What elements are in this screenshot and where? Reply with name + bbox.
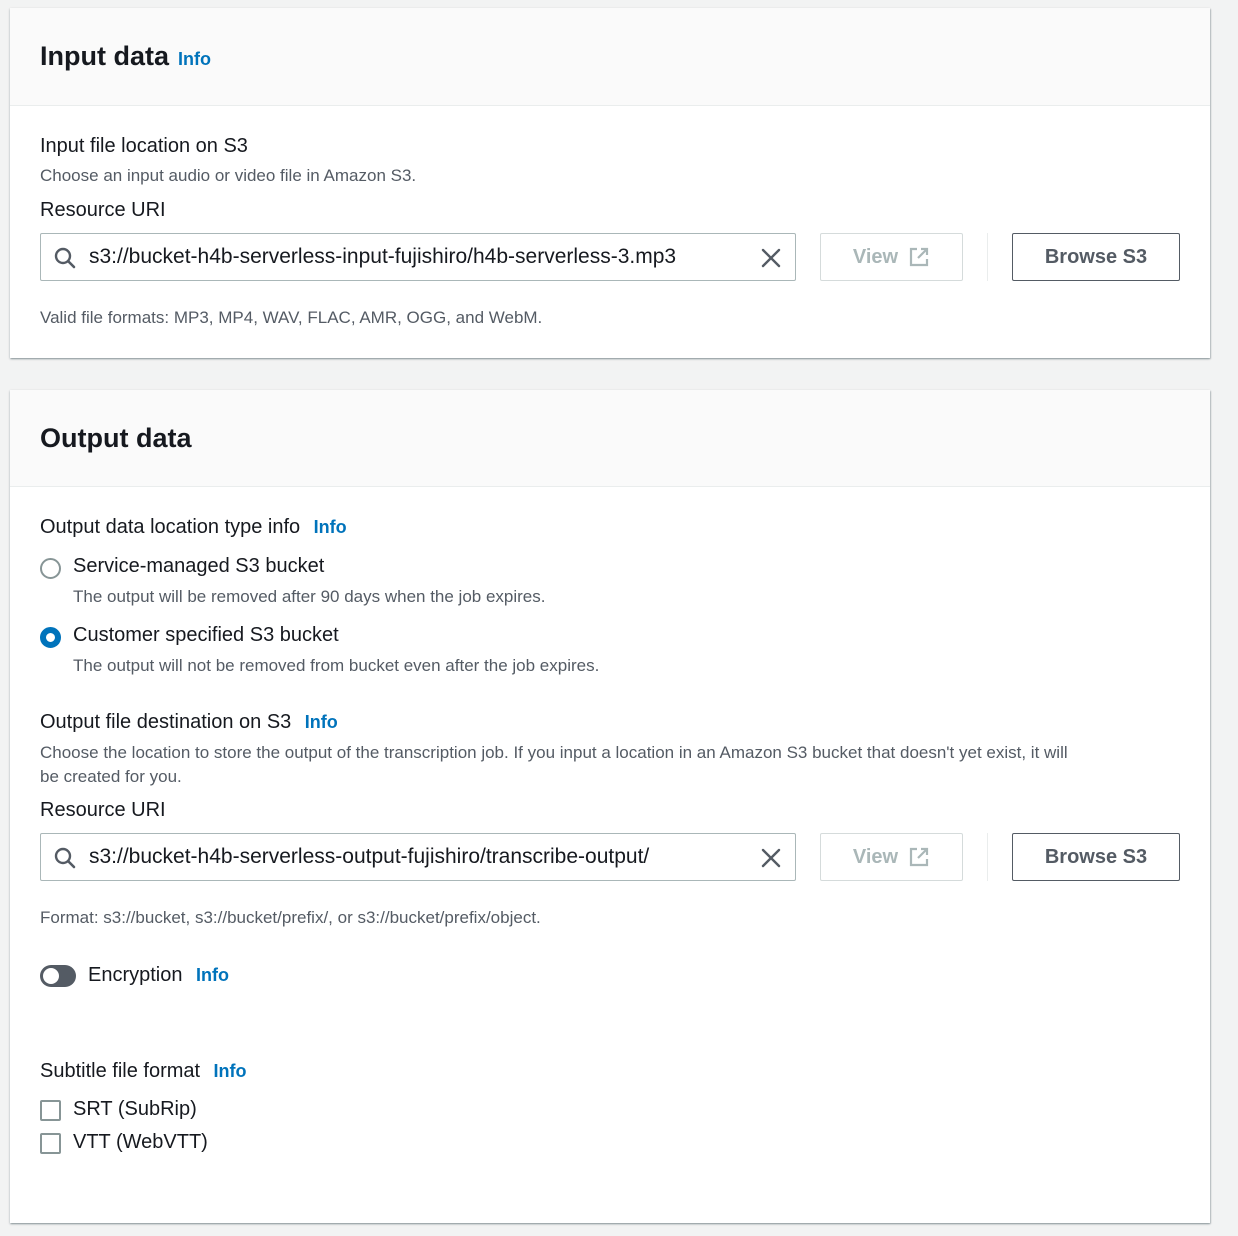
encryption-label: Encryption — [88, 964, 183, 986]
input-resource-uri-field[interactable]: s3://bucket-h4b-serverless-input-fujishi… — [40, 233, 796, 281]
location-type-field-label: Output data location type info Info — [40, 516, 347, 539]
encryption-field-label: Encryption Info — [88, 964, 229, 987]
output-resource-uri-field[interactable]: s3://bucket-h4b-serverless-output-fujish… — [40, 833, 796, 881]
vtt-label[interactable]: VTT (WebVTT) — [73, 1131, 208, 1154]
button-divider — [987, 233, 988, 281]
srt-label[interactable]: SRT (SubRip) — [73, 1098, 197, 1121]
location-type-info-link[interactable]: Info — [314, 517, 347, 537]
customer-specified-label[interactable]: Customer specified S3 bucket — [73, 624, 339, 647]
output-data-title: Output data — [40, 422, 192, 453]
search-icon — [54, 847, 76, 869]
output-resource-uri-value[interactable]: s3://bucket-h4b-serverless-output-fujish… — [89, 845, 649, 869]
toggle-knob — [43, 968, 59, 984]
service-managed-label[interactable]: Service-managed S3 bucket — [73, 555, 324, 578]
input-browse-s3-button[interactable]: Browse S3 — [1012, 233, 1180, 281]
service-managed-radio[interactable] — [40, 558, 61, 579]
output-data-panel: Output data Output data location type in… — [10, 390, 1210, 1223]
service-managed-desc: The output will be removed after 90 days… — [73, 587, 546, 606]
input-file-location-label: Input file location on S3 — [40, 135, 248, 157]
view-button-label: View — [852, 245, 899, 268]
input-resource-uri-label: Resource URI — [40, 199, 166, 221]
input-data-title: Input data — [40, 41, 169, 71]
customer-specified-desc: The output will not be removed from buck… — [73, 656, 600, 675]
encryption-toggle[interactable] — [40, 965, 76, 987]
destination-desc-line-1: Choose the location to store the output … — [40, 743, 1068, 762]
destination-info-link[interactable]: Info — [305, 712, 338, 732]
input-view-button[interactable]: View — [820, 233, 963, 281]
clear-icon[interactable] — [759, 246, 783, 270]
output-resource-uri-label: Resource URI — [40, 799, 166, 821]
destination-desc-line-2: be created for you. — [40, 767, 182, 786]
subtitle-field-label: Subtitle file format Info — [40, 1060, 247, 1083]
clear-icon[interactable] — [759, 846, 783, 870]
button-divider — [987, 833, 988, 881]
output-format-hint: Format: s3://bucket, s3://bucket/prefix/… — [40, 908, 541, 927]
input-data-info-link[interactable]: Info — [178, 49, 211, 70]
input-format-hint: Valid file formats: MP3, MP4, WAV, FLAC,… — [40, 308, 543, 327]
external-link-icon — [910, 247, 929, 267]
destination-field-label: Output file destination on S3 Info — [40, 711, 338, 734]
input-data-header: Input data Info — [10, 8, 1210, 106]
srt-checkbox[interactable] — [40, 1100, 61, 1121]
input-file-location-desc: Choose an input audio or video file in A… — [40, 166, 417, 185]
output-view-button[interactable]: View — [820, 833, 963, 881]
view-button-label: View — [852, 845, 899, 868]
vtt-checkbox[interactable] — [40, 1133, 61, 1154]
search-icon — [54, 247, 76, 269]
subtitle-label: Subtitle file format — [40, 1060, 201, 1082]
customer-specified-radio[interactable] — [40, 627, 61, 648]
output-data-header: Output data — [10, 390, 1210, 487]
input-resource-uri-value[interactable]: s3://bucket-h4b-serverless-input-fujishi… — [89, 245, 676, 269]
encryption-info-link[interactable]: Info — [196, 965, 229, 985]
output-browse-s3-button[interactable]: Browse S3 — [1012, 833, 1180, 881]
input-data-panel: Input data Info Input file location on S… — [10, 8, 1210, 358]
external-link-icon — [910, 847, 929, 867]
destination-label: Output file destination on S3 — [40, 711, 292, 733]
location-type-label: Output data location type info — [40, 516, 301, 538]
subtitle-info-link[interactable]: Info — [214, 1061, 247, 1081]
